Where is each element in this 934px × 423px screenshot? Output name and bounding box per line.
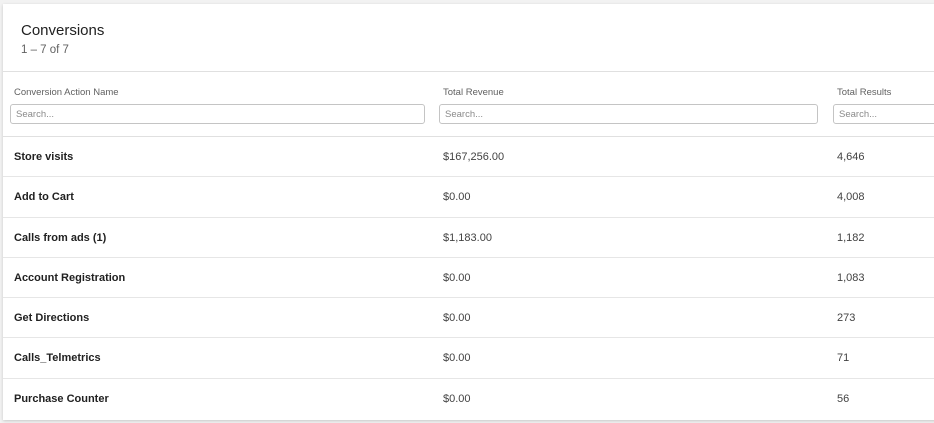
table-row[interactable]: Add to Cart $0.00 4,008 xyxy=(3,177,934,218)
cell-conversion-action-name: Calls from ads (1) xyxy=(14,231,107,244)
cell-total-revenue: $0.00 xyxy=(443,191,471,204)
cell-total-revenue: $0.00 xyxy=(443,392,471,405)
column-header-total-results[interactable]: Total Results xyxy=(837,87,891,98)
cell-total-revenue: $0.00 xyxy=(443,312,471,325)
table-row[interactable]: Store visits $167,256.00 4,646 xyxy=(3,137,934,178)
table-row[interactable]: Account Registration $0.00 1,083 xyxy=(3,258,934,299)
cell-total-revenue: $0.00 xyxy=(443,352,471,365)
search-input-total-results[interactable] xyxy=(833,104,934,124)
conversions-card: Conversions 1 – 7 of 7 Conversion Action… xyxy=(3,4,934,420)
cell-conversion-action-name: Store visits xyxy=(14,151,74,163)
cell-total-results: 273 xyxy=(837,312,856,325)
cell-conversion-action-name: Calls_Telmetrics xyxy=(14,352,101,365)
cell-conversion-action-name: Purchase Counter xyxy=(14,392,109,405)
column-header-conversion-action-name[interactable]: Conversion Action Name xyxy=(14,87,119,98)
page-title: Conversions xyxy=(21,22,105,39)
table-row[interactable]: Calls from ads (1) $1,183.00 1,182 xyxy=(3,218,934,258)
cell-total-results: 1,083 xyxy=(837,271,865,284)
cell-conversion-action-name: Get Directions xyxy=(14,312,90,325)
cell-total-revenue: $167,256.00 xyxy=(443,151,505,163)
cell-total-revenue: $1,183.00 xyxy=(443,231,492,244)
cell-conversion-action-name: Add to Cart xyxy=(14,191,74,204)
table-row[interactable]: Purchase Counter $0.00 56 xyxy=(3,379,934,419)
cell-total-results: 4,646 xyxy=(837,151,865,163)
column-header-total-revenue[interactable]: Total Revenue xyxy=(443,87,504,98)
table-row[interactable]: Get Directions $0.00 273 xyxy=(3,298,934,339)
cell-conversion-action-name: Account Registration xyxy=(14,271,126,284)
table-row[interactable]: Calls_Telmetrics $0.00 71 xyxy=(3,338,934,379)
cell-total-results: 1,182 xyxy=(837,231,865,244)
search-input-conversion-action-name[interactable] xyxy=(10,104,425,124)
table-body: Store visits $167,256.00 4,646 Add to Ca… xyxy=(3,137,934,419)
card-header: Conversions 1 – 7 of 7 xyxy=(3,4,934,72)
pagination-count: 1 – 7 of 7 xyxy=(21,44,69,56)
search-input-total-revenue[interactable] xyxy=(439,104,818,124)
cell-total-results: 71 xyxy=(837,352,850,365)
cell-total-results: 4,008 xyxy=(837,191,865,204)
cell-total-revenue: $0.00 xyxy=(443,271,471,284)
cell-total-results: 56 xyxy=(837,392,850,405)
